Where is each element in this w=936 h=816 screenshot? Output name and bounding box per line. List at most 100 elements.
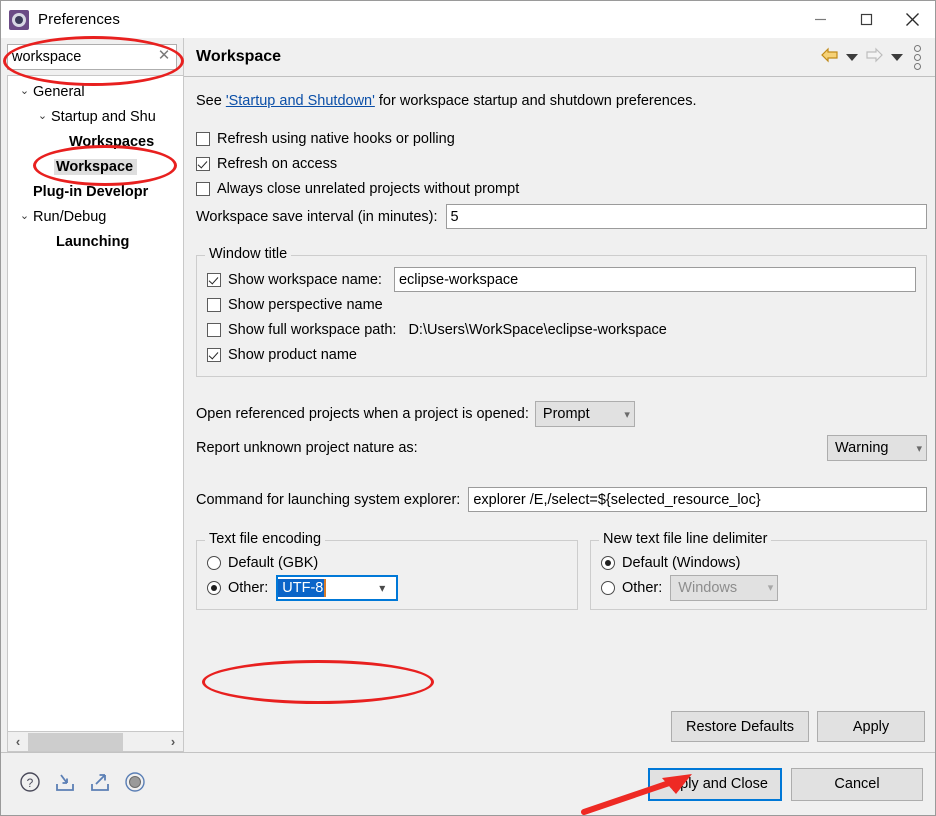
chevron-down-icon[interactable]: ▾: [365, 581, 393, 595]
tree-item-workspace[interactable]: Workspace: [8, 154, 183, 179]
delimiter-default-row[interactable]: Default (Windows): [601, 551, 916, 574]
encoding-other-radio[interactable]: [207, 580, 221, 595]
chevron-down-icon: ▾: [767, 582, 774, 594]
forward-arrow-icon: [865, 47, 884, 67]
search-input[interactable]: [7, 44, 177, 70]
tree-item-label: Workspace: [54, 158, 138, 175]
show-product-name-label: Show product name: [228, 346, 357, 363]
preferences-tree[interactable]: ⌄ General ⌄ Startup and Shu Workspaces W…: [7, 75, 183, 732]
encoding-default-row[interactable]: Default (GBK): [207, 551, 567, 574]
tree-item-plug-in-development[interactable]: Plug-in Developr: [8, 179, 183, 204]
refresh-on-access-checkbox[interactable]: [196, 156, 210, 171]
back-arrow-icon[interactable]: [820, 47, 839, 67]
save-interval-row: Workspace save interval (in minutes):: [196, 204, 927, 229]
show-product-name-checkbox[interactable]: [207, 347, 221, 362]
report-nature-combo[interactable]: Warning ▾: [827, 435, 927, 461]
save-interval-input[interactable]: [445, 204, 927, 229]
page-title: Workspace: [196, 48, 282, 65]
workspace-name-input[interactable]: [393, 267, 916, 292]
chevron-down-icon: ▾: [916, 442, 922, 455]
page-toolbar: [820, 44, 925, 70]
delimiter-default-radio[interactable]: [601, 555, 615, 570]
show-workspace-name-checkbox[interactable]: [207, 272, 221, 287]
refresh-native-hooks-checkbox[interactable]: [196, 131, 210, 146]
startup-and-shutdown-link[interactable]: 'Startup and Shutdown': [226, 93, 375, 109]
text-file-encoding-legend: Text file encoding: [205, 531, 326, 547]
sidebar: ✕ ⌄ General ⌄ Startup and Shu Workspaces…: [1, 38, 183, 752]
clear-icon[interactable]: ✕: [157, 48, 171, 64]
show-workspace-name-row[interactable]: Show workspace name:: [207, 267, 916, 292]
show-product-name-row[interactable]: Show product name: [207, 343, 916, 366]
record-icon[interactable]: [124, 771, 146, 797]
delimiter-other-row[interactable]: Other: Windows ▾: [601, 574, 916, 601]
window-controls: [797, 1, 935, 38]
show-perspective-name-checkbox[interactable]: [207, 297, 221, 312]
delimiter-other-value: Windows: [678, 579, 738, 596]
system-explorer-input[interactable]: [468, 487, 927, 512]
close-unrelated-projects-label: Always close unrelated projects without …: [217, 180, 520, 197]
close-unrelated-projects-row[interactable]: Always close unrelated projects without …: [196, 177, 927, 200]
preferences-gear-icon: [9, 9, 29, 30]
system-explorer-row: Command for launching system explorer:: [196, 487, 927, 512]
maximize-button[interactable]: [843, 1, 889, 38]
chevron-down-icon[interactable]: ⌄: [34, 111, 51, 122]
open-referenced-value: Prompt: [542, 406, 590, 422]
minimize-button[interactable]: [797, 1, 843, 38]
scroll-right-icon[interactable]: ›: [163, 734, 183, 749]
open-referenced-label: Open referenced projects when a project …: [196, 406, 529, 422]
close-button[interactable]: [889, 1, 935, 38]
report-nature-row: Report unknown project nature as: Warnin…: [196, 435, 927, 461]
refresh-on-access-row[interactable]: Refresh on access: [196, 152, 927, 175]
chevron-down-icon[interactable]: ⌄: [16, 86, 33, 97]
tree-item-startup-and-shutdown[interactable]: ⌄ Startup and Shu: [8, 104, 183, 129]
tree-item-launching[interactable]: Launching: [8, 229, 183, 254]
import-icon[interactable]: [54, 771, 76, 797]
description-prefix: See: [196, 93, 226, 109]
refresh-on-access-label: Refresh on access: [217, 155, 338, 172]
tree-item-label: Workspaces: [69, 133, 155, 150]
export-icon[interactable]: [89, 771, 111, 797]
tree-item-label: Launching: [56, 233, 130, 250]
tree-item-run-debug[interactable]: ⌄ Run/Debug: [8, 204, 183, 229]
encoding-other-row[interactable]: Other: UTF-8 ▾: [207, 574, 567, 601]
full-workspace-path-value: D:\Users\WorkSpace\eclipse-workspace: [408, 321, 667, 338]
help-icon[interactable]: ?: [19, 771, 41, 797]
search-container: ✕: [7, 44, 177, 70]
apply-and-close-button[interactable]: Apply and Close: [648, 767, 782, 801]
tree-item-general[interactable]: ⌄ General: [8, 79, 183, 104]
tree-horizontal-scrollbar[interactable]: ‹ ›: [7, 732, 183, 752]
delimiter-other-label: Other:: [622, 579, 663, 596]
show-perspective-name-row[interactable]: Show perspective name: [207, 293, 916, 316]
preferences-dialog: Preferences ✕ ⌄ General: [0, 0, 936, 816]
open-referenced-combo[interactable]: Prompt ▾: [534, 401, 635, 427]
page-header: Workspace: [184, 38, 935, 76]
restore-defaults-button[interactable]: Restore Defaults: [671, 711, 809, 742]
close-unrelated-projects-checkbox[interactable]: [196, 181, 210, 196]
refresh-native-hooks-row[interactable]: Refresh using native hooks or polling: [196, 127, 927, 150]
vertical-dots-icon[interactable]: [910, 44, 925, 70]
encoding-default-radio[interactable]: [207, 555, 221, 570]
back-dropdown-chevron-down-icon[interactable]: [846, 53, 858, 61]
chevron-down-icon[interactable]: ⌄: [16, 211, 33, 222]
delimiter-other-combo: Windows ▾: [670, 574, 779, 601]
scroll-left-icon[interactable]: ‹: [8, 734, 28, 749]
scrollbar-thumb[interactable]: [28, 732, 123, 751]
show-full-path-label: Show full workspace path:: [228, 321, 397, 338]
report-nature-value: Warning: [835, 440, 889, 456]
apply-button[interactable]: Apply: [817, 711, 925, 742]
forward-dropdown-chevron-down-icon[interactable]: [891, 53, 903, 61]
show-full-path-row[interactable]: Show full workspace path: D:\Users\WorkS…: [207, 318, 916, 341]
tree-item-label: Startup and Shu: [51, 108, 156, 125]
save-interval-label: Workspace save interval (in minutes):: [196, 208, 438, 225]
window-title-group-legend: Window title: [205, 246, 292, 262]
tree-item-workspaces[interactable]: Workspaces: [8, 129, 183, 154]
show-full-path-checkbox[interactable]: [207, 322, 221, 337]
tree-item-label: Plug-in Developr: [33, 183, 149, 200]
dialog-body: ✕ ⌄ General ⌄ Startup and Shu Workspaces…: [1, 38, 935, 752]
encoding-other-value: UTF-8: [278, 578, 325, 597]
svg-text:?: ?: [27, 776, 34, 790]
delimiter-other-radio[interactable]: [601, 580, 615, 595]
cancel-button[interactable]: Cancel: [791, 767, 923, 801]
title-bar: Preferences: [1, 1, 935, 38]
encoding-other-combo[interactable]: UTF-8 ▾: [276, 574, 399, 601]
